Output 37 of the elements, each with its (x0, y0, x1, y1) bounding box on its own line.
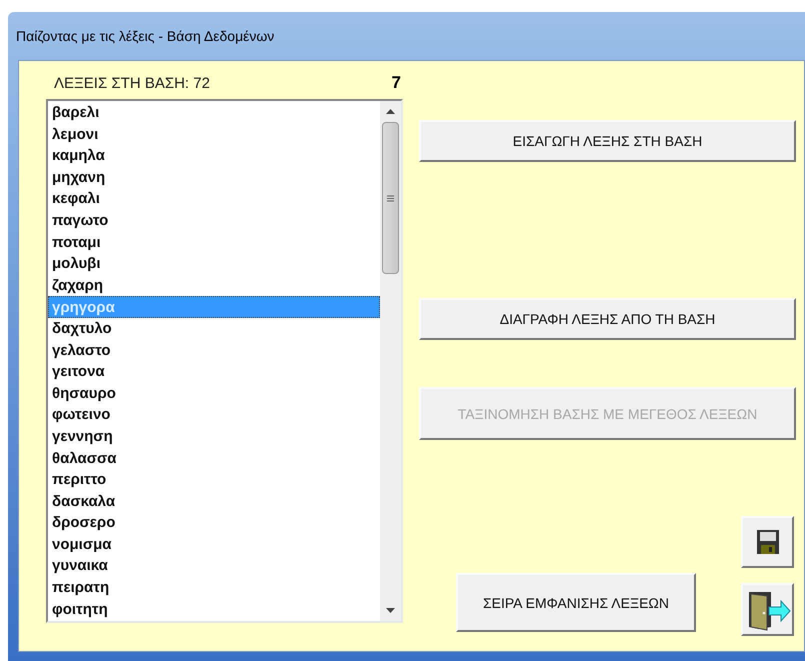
list-item[interactable]: γεννηση (48, 426, 380, 448)
action-button[interactable]: ΣΕΙΡΑ ΕΜΦΑΝΙΣΗΣ ΛΕΞΕΩΝ (456, 573, 696, 632)
list-item[interactable]: δροσερο (48, 512, 380, 534)
list-item[interactable]: γελαστο (48, 340, 380, 362)
scrollbar[interactable] (380, 101, 401, 621)
list-item[interactable]: γυναικα (48, 555, 380, 578)
list-item[interactable]: ζαχαρη (48, 274, 380, 296)
list-item[interactable]: πειρατη (48, 577, 380, 599)
window-title: Παίζοντας με τις λέξεις - Βάση Δεδομένων (15, 26, 276, 46)
list-item[interactable]: παγωτο (48, 210, 380, 232)
list-item[interactable]: δασκαλα (48, 490, 380, 512)
list-item[interactable]: θησαυρο (48, 382, 380, 404)
list-item[interactable]: βαρελι (48, 102, 380, 124)
scroll-up-icon[interactable] (386, 109, 395, 114)
scroll-down-icon[interactable] (386, 608, 395, 613)
list-item[interactable]: θαλασσα (48, 448, 380, 470)
list-item[interactable]: ποταμι (48, 232, 380, 254)
action-button[interactable]: ΔΙΑΓΡΑΦΗ ΛΕΞΗΣ ΑΠΟ ΤΗ ΒΑΣΗ (419, 298, 796, 340)
word-count-label: ΛΕΞΕΙΣ ΣΤΗ ΒΑΣΗ: 72 (54, 74, 210, 94)
list-item[interactable]: γειτονα (48, 361, 380, 383)
action-button[interactable]: ΕΙΣΑΓΩΓΗ ΛΕΞΗΣ ΣΤΗ ΒΑΣΗ (419, 120, 796, 162)
counter-value: 7 (392, 72, 401, 94)
list-item[interactable]: κεφαλι (48, 188, 380, 210)
scroll-thumb[interactable] (382, 122, 399, 274)
list-item[interactable]: φοιτητη (48, 598, 380, 620)
word-list[interactable]: βαρελι λεμονι καμηλα μηχανη κεφαλι παγωτο ποταμι μολυβι ζαχαρη γρηγορα δαχτυλο γελαστο γειτονα θησαυρο φωτεινο γεννηση θαλασσα περιττο δασκαλα δροσερο νομισμα γυναικα πειρατη φοιτητη (46, 99, 403, 623)
grip-icon (387, 194, 394, 202)
list-item[interactable]: μηχανη (48, 166, 380, 188)
list-item[interactable]: περιττο (48, 469, 380, 491)
list-item[interactable]: νομισμα (48, 534, 380, 556)
exit-button[interactable] (741, 583, 794, 636)
save-button[interactable] (741, 516, 794, 568)
list-item[interactable]: λεμονι (48, 124, 380, 146)
list-item[interactable]: καμηλα (48, 145, 380, 167)
list-item[interactable]: μολυβι (48, 253, 380, 275)
list-item[interactable]: δαχτυλο (48, 318, 380, 340)
list-item[interactable]: φωτεινο (48, 404, 380, 426)
